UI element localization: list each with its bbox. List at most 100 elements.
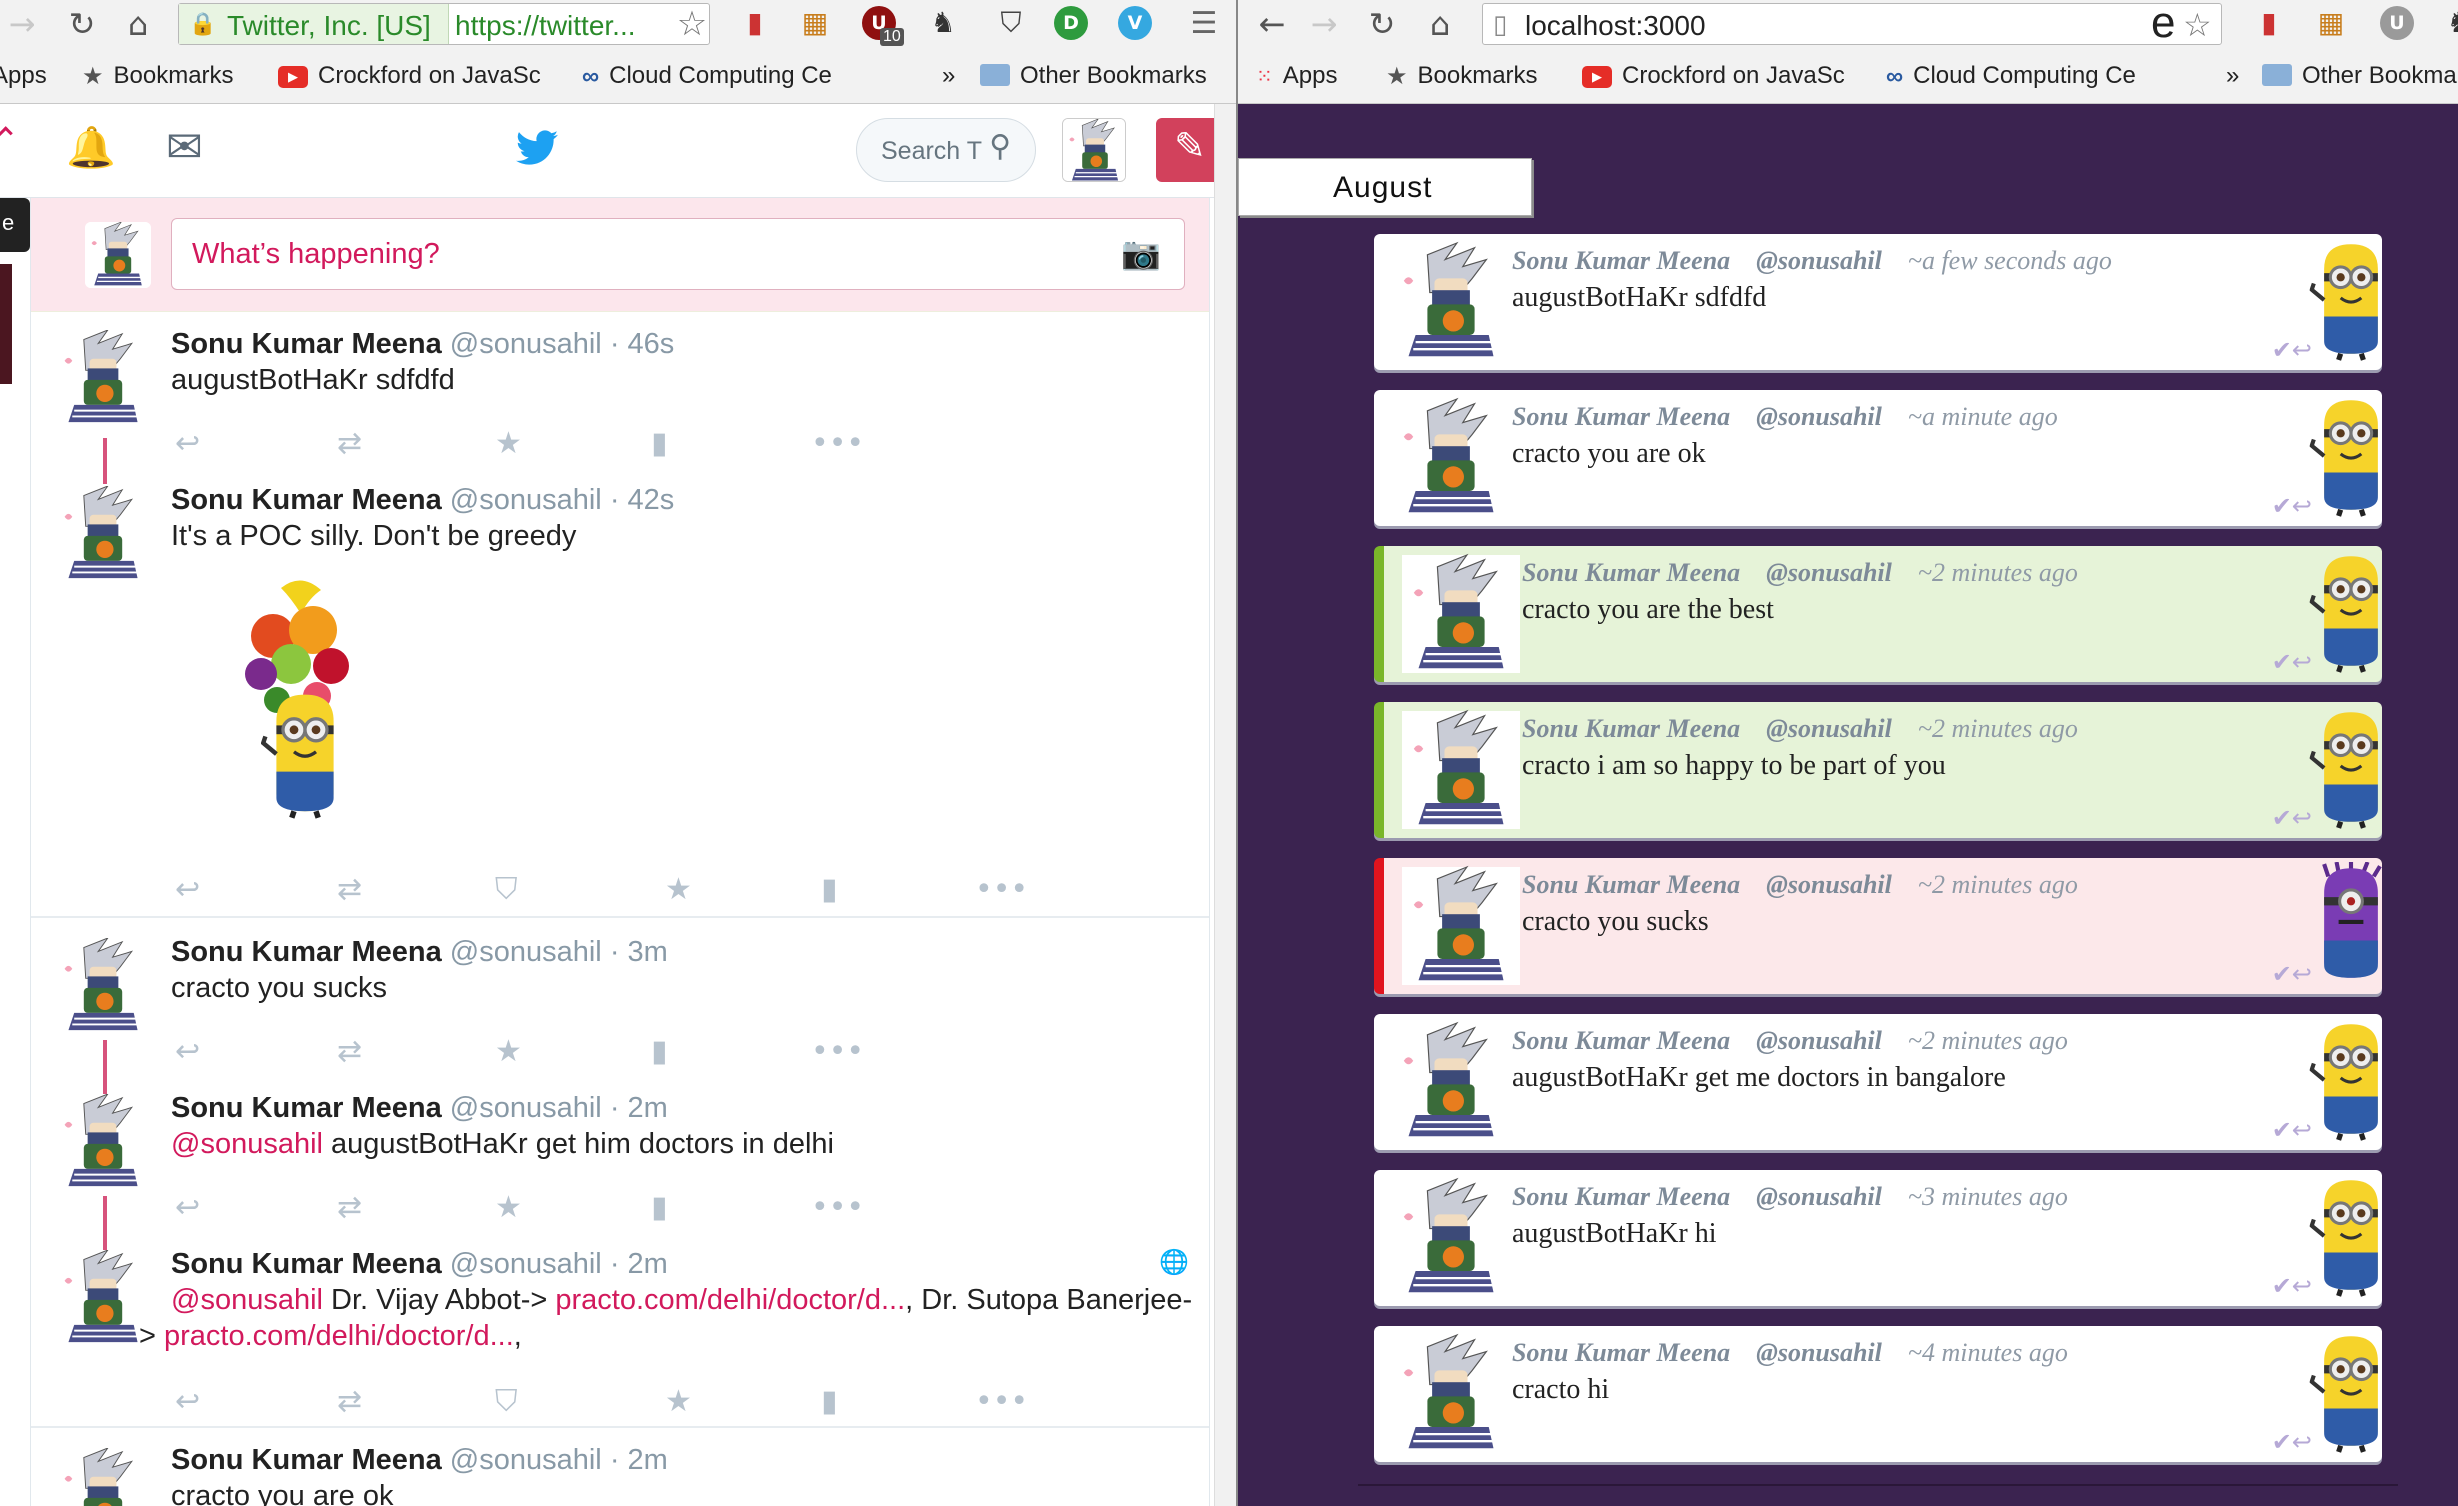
more-icon[interactable]: ••• — [811, 424, 864, 464]
bookmark-other[interactable]: Other Bookma — [2262, 60, 2457, 92]
card-actions[interactable]: ✔↩ — [2272, 336, 2312, 364]
bookmark-crockford[interactable]: ▶ Crockford on JavaSc — [278, 60, 541, 92]
tweet-author[interactable]: Sonu Kumar Meena @sonusahil · 42s — [171, 484, 674, 517]
bell-icon[interactable]: 🔔 — [66, 124, 116, 171]
pocket-icon[interactable]: ⛉ — [495, 870, 518, 910]
more-icon[interactable]: ••• — [811, 1188, 864, 1228]
tweet-author[interactable]: Sonu Kumar Meena @sonusahil · 2m — [171, 1444, 668, 1477]
bookmark-bookmarks[interactable]: ★ Bookmarks — [1386, 60, 1538, 92]
analytics-icon[interactable]: ▮ — [651, 424, 668, 464]
card-actions[interactable]: ✔↩ — [2272, 648, 2312, 676]
search-input[interactable]: Search T — [881, 137, 982, 166]
tweet-author[interactable]: Sonu Kumar Meena @sonusahil · 46s — [171, 328, 674, 361]
more-icon[interactable]: ••• — [975, 870, 1028, 910]
analytics-icon[interactable]: ▮ — [821, 870, 838, 910]
analytics-icon[interactable]: ▮ — [651, 1188, 668, 1228]
tweet[interactable]: Sonu Kumar Meena @sonusahil · 42s It's a… — [31, 468, 1209, 918]
more-icon[interactable]: ••• — [975, 1382, 1028, 1422]
bookmark-extension-icon[interactable]: ▮ — [738, 6, 772, 40]
tweet-avatar[interactable] — [55, 330, 151, 426]
bookmark-other[interactable]: Other Bookmarks — [980, 60, 1207, 92]
mention-link[interactable]: @sonusahil — [171, 1128, 323, 1160]
address-bar[interactable]: 🔒 Twitter, Inc. [US] https://twitter... — [178, 3, 710, 45]
tweet-avatar[interactable] — [55, 1094, 151, 1190]
bookmarks-overflow[interactable]: » — [942, 60, 955, 92]
profile-avatar[interactable] — [1062, 118, 1126, 182]
tweet[interactable]: Sonu Kumar Meena @sonusahil · 3m cracto … — [31, 920, 1209, 1076]
forward-icon[interactable]: → — [2, 4, 42, 44]
message-card[interactable]: Sonu Kumar Meena @sonusahil ~2 minutes a… — [1374, 1014, 2382, 1150]
reply-icon[interactable]: ↩ — [175, 1032, 200, 1072]
message-card[interactable]: Sonu Kumar Meena @sonusahil ~4 minutes a… — [1374, 1326, 2382, 1462]
reload-icon[interactable]: ↻ — [1362, 4, 1402, 44]
practo-link[interactable]: practo.com/delhi/doctor/d... — [555, 1284, 905, 1316]
retweet-icon[interactable]: ⇄ — [337, 424, 362, 464]
message-card[interactable]: Sonu Kumar Meena @sonusahil ~a minute ag… — [1374, 390, 2382, 526]
practo-link[interactable]: practo.com/delhi/doctor/d... — [164, 1320, 514, 1352]
card-actions[interactable]: ✔↩ — [2272, 492, 2312, 520]
ublock-icon[interactable]: U — [2380, 6, 2414, 40]
check-icon[interactable]: ✔ — [2272, 804, 2292, 832]
e-extension-icon[interactable]: e — [2151, 0, 2175, 48]
camera-icon[interactable]: 📷 — [1121, 234, 1161, 272]
tweet-avatar[interactable] — [55, 1448, 151, 1506]
messages-icon[interactable]: ✉ — [166, 122, 203, 173]
card-actions[interactable]: ✔↩ — [2272, 1116, 2312, 1144]
check-icon[interactable]: ✔ — [2272, 336, 2292, 364]
reload-icon[interactable]: ↻ — [62, 4, 102, 44]
tweet-avatar[interactable] — [55, 1250, 151, 1346]
reply-icon[interactable]: ↩ — [175, 1382, 200, 1422]
tweet-author[interactable]: Sonu Kumar Meena @sonusahil · 3m — [171, 936, 668, 969]
v-extension-icon[interactable]: V — [1118, 6, 1152, 40]
analytics-icon[interactable]: ▮ — [821, 1382, 838, 1422]
check-icon[interactable]: ✔ — [2272, 1272, 2292, 1300]
scrollbar[interactable] — [1214, 104, 1238, 1506]
reply-icon[interactable]: ↩ — [175, 424, 200, 464]
check-icon[interactable]: ✔ — [2272, 1428, 2292, 1456]
tweet-author[interactable]: Sonu Kumar Meena @sonusahil · 2m — [171, 1248, 668, 1281]
url-text[interactable]: localhost:3000 — [1525, 10, 1706, 42]
tweet[interactable]: Sonu Kumar Meena @sonusahil · 2m cracto … — [31, 1430, 1209, 1506]
more-icon[interactable]: ••• — [811, 1032, 864, 1072]
home-icon[interactable]: ⌂ — [1420, 4, 1460, 44]
message-card-positive[interactable]: Sonu Kumar Meena @sonusahil ~2 minutes a… — [1374, 546, 2382, 682]
tweet[interactable]: Sonu Kumar Meena @sonusahil · 46s august… — [31, 312, 1209, 468]
check-icon[interactable]: ✔ — [2272, 1116, 2292, 1144]
pocket-icon[interactable]: ⛉ — [994, 6, 1028, 40]
bookmark-cloud[interactable]: ∞ Cloud Computing Ce — [582, 60, 832, 92]
retweet-icon[interactable]: ⇄ — [337, 870, 362, 910]
retweet-icon[interactable]: ⇄ — [337, 1188, 362, 1228]
bookmark-cloud[interactable]: ∞ Cloud Computing Ce — [1886, 60, 2136, 92]
bookmark-apps[interactable]: Apps — [0, 60, 47, 92]
tweet-avatar[interactable] — [55, 938, 151, 1034]
card-actions[interactable]: ✔↩ — [2272, 1272, 2312, 1300]
star-icon[interactable]: ☆ — [2183, 6, 2212, 44]
reply-icon[interactable]: ↩ — [175, 1188, 200, 1228]
card-actions[interactable]: ✔↩ — [2272, 1428, 2312, 1456]
bookmark-bookmarks[interactable]: ★ Bookmarks — [82, 60, 234, 92]
puzzle-extension-icon[interactable]: ♞ — [2442, 6, 2458, 40]
box-extension-icon[interactable]: ▦ — [798, 6, 832, 40]
url-text[interactable]: https://twitter... — [455, 10, 636, 42]
retweet-icon[interactable]: ⇄ — [337, 1032, 362, 1072]
home-nav-icon[interactable] — [0, 126, 13, 142]
message-card[interactable]: Sonu Kumar Meena @sonusahil ~a few secon… — [1374, 234, 2382, 370]
check-icon[interactable]: ✔ — [2272, 648, 2292, 676]
august-tab[interactable]: August — [1238, 158, 1532, 216]
side-tab[interactable]: e — [0, 198, 30, 252]
twitter-bird-icon[interactable] — [516, 130, 558, 166]
favorite-icon[interactable]: ★ — [495, 1032, 522, 1072]
tweet[interactable]: Sonu Kumar Meena @sonusahil · 2m @sonusa… — [31, 1076, 1209, 1232]
message-card-positive[interactable]: Sonu Kumar Meena @sonusahil ~2 minutes a… — [1374, 702, 2382, 838]
bookmark-crockford[interactable]: ▶ Crockford on JavaSc — [1582, 60, 1845, 92]
favorite-icon[interactable]: ★ — [665, 870, 692, 910]
menu-icon[interactable]: ☰ — [1184, 4, 1224, 44]
mention-link[interactable]: @sonusahil — [171, 1284, 323, 1316]
reply-icon[interactable]: ↩ — [175, 870, 200, 910]
card-actions[interactable]: ✔↩ — [2272, 804, 2312, 832]
search-icon[interactable]: ⚲ — [989, 129, 1011, 164]
favorite-icon[interactable]: ★ — [495, 1188, 522, 1228]
bookmark-apps[interactable]: ⁙ Apps — [1256, 60, 1337, 92]
tweet-avatar[interactable] — [55, 486, 151, 582]
tweet-author[interactable]: Sonu Kumar Meena @sonusahil · 2m — [171, 1092, 668, 1125]
